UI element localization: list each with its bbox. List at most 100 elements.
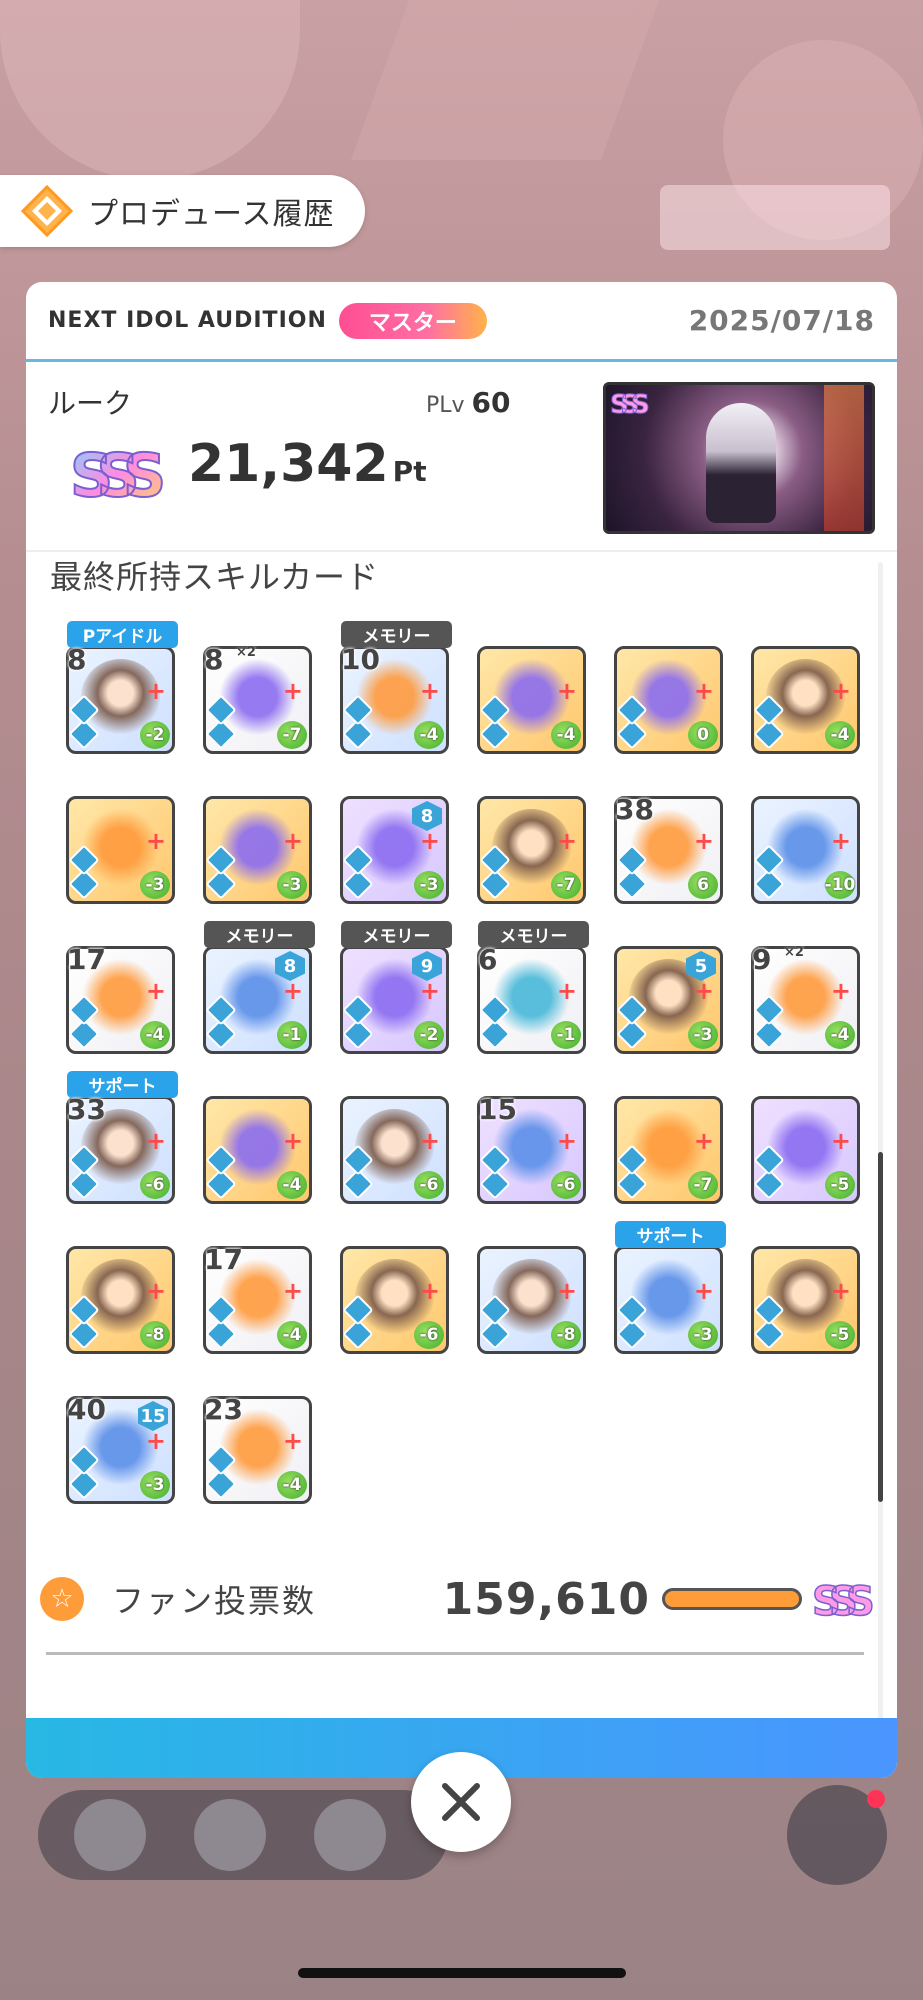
skill-card[interactable]: 5 + -3 bbox=[614, 946, 723, 1054]
enhanced-plus-icon: + bbox=[693, 1127, 714, 1155]
skill-card[interactable]: + -7 bbox=[614, 1096, 723, 1204]
skill-card[interactable]: + -3 bbox=[203, 796, 312, 904]
skill-card[interactable]: 8 ×2 + -7 bbox=[203, 643, 312, 754]
star-icon: ☆ bbox=[40, 1577, 84, 1621]
card-cost: -1 bbox=[551, 1021, 581, 1049]
card-cost: -8 bbox=[140, 1321, 170, 1349]
difficulty-badge: マスター bbox=[338, 302, 487, 339]
card-cost: -2 bbox=[414, 1021, 444, 1049]
card-cost: -10 bbox=[825, 871, 855, 899]
card-level: 40 bbox=[67, 1393, 106, 1426]
card-level: 8 bbox=[67, 643, 87, 676]
card-cost: -3 bbox=[277, 871, 307, 899]
skill-card[interactable]: + -6 bbox=[340, 1096, 449, 1204]
enhanced-plus-icon: + bbox=[282, 827, 303, 855]
enhanced-plus-icon: + bbox=[693, 1277, 714, 1305]
card-cost: 6 bbox=[688, 871, 718, 899]
close-button[interactable] bbox=[411, 1752, 511, 1852]
home-indicator bbox=[298, 1968, 626, 1978]
history-header-tab: プロデュース履歴 bbox=[0, 175, 365, 247]
skill-card[interactable]: + -7 bbox=[477, 796, 586, 904]
produce-thumbnail[interactable]: SSS bbox=[603, 382, 875, 534]
menu-icon[interactable] bbox=[194, 1799, 266, 1871]
skill-card[interactable]: +0 bbox=[614, 646, 723, 754]
skill-card[interactable]: 9 ×2 + -4 bbox=[751, 943, 860, 1054]
skill-card[interactable]: 17 + -4 bbox=[203, 1243, 312, 1354]
card-cost: -4 bbox=[414, 721, 444, 749]
enhanced-plus-icon: + bbox=[556, 677, 577, 705]
enhanced-plus-icon: + bbox=[282, 1277, 303, 1305]
card-cost: -6 bbox=[414, 1171, 444, 1199]
skill-card[interactable]: + -10 bbox=[751, 796, 860, 904]
skill-card-row: + -3 + -3 8 + -3 + -7 38 +6 + -10 bbox=[66, 793, 876, 904]
final-score: 21,342 Pt bbox=[188, 434, 427, 494]
bottom-nav bbox=[38, 1790, 448, 1880]
enhanced-plus-icon: + bbox=[830, 977, 851, 1005]
skill-card[interactable]: + -4 bbox=[203, 1096, 312, 1204]
audition-header: NEXT IDOL AUDITION マスター 2025/07/18 bbox=[26, 282, 897, 362]
card-cost: -2 bbox=[140, 721, 170, 749]
skill-card-row: 40 15 + -3 23 + -4 bbox=[66, 1393, 876, 1504]
skill-card[interactable]: + -8 bbox=[477, 1246, 586, 1354]
card-cost: -3 bbox=[688, 1021, 718, 1049]
card-cost: -4 bbox=[277, 1471, 307, 1499]
skill-card[interactable]: サポート + -3 bbox=[614, 1221, 726, 1354]
skill-card[interactable]: + -3 bbox=[66, 796, 175, 904]
enhanced-plus-icon: + bbox=[830, 1127, 851, 1155]
skill-card[interactable]: + -4 bbox=[477, 646, 586, 754]
skill-card[interactable]: + -5 bbox=[751, 1246, 860, 1354]
history-icon bbox=[20, 184, 74, 238]
home-icon[interactable] bbox=[74, 1799, 146, 1871]
enhanced-plus-icon: + bbox=[419, 977, 440, 1005]
skill-card[interactable]: + -4 bbox=[751, 646, 860, 754]
notification-badge bbox=[867, 1790, 885, 1808]
skill-card-row: 17 + -4 メモリー 8 + -1 メモリー 9 + -2 メモリー 6 + -1 5 + -3 9 ×2 + -4 bbox=[66, 921, 876, 1054]
enhanced-plus-icon: + bbox=[145, 827, 166, 855]
produce-date: 2025/07/18 bbox=[688, 304, 875, 337]
scrollbar-thumb[interactable] bbox=[878, 1152, 883, 1502]
enhanced-plus-icon: + bbox=[145, 677, 166, 705]
skill-card[interactable]: 17 + -4 bbox=[66, 943, 175, 1054]
card-cost: -6 bbox=[414, 1321, 444, 1349]
skill-card[interactable]: メモリー 10 + -4 bbox=[340, 621, 452, 754]
skill-card[interactable]: 23 + -4 bbox=[203, 1393, 312, 1504]
card-level: 38 bbox=[615, 793, 654, 826]
skill-card[interactable]: 8 + -3 bbox=[340, 796, 449, 904]
enhanced-plus-icon: + bbox=[693, 977, 714, 1005]
card-level: 17 bbox=[204, 1243, 243, 1276]
card-level: 17 bbox=[67, 943, 106, 976]
skill-card[interactable]: + -5 bbox=[751, 1096, 860, 1204]
skill-card-row: + -8 17 + -4 + -6 + -8 サポート + -3 + -5 bbox=[66, 1221, 876, 1354]
card-cost: -7 bbox=[551, 871, 581, 899]
card-cost: -4 bbox=[551, 721, 581, 749]
skill-card[interactable]: サポート 33 + -6 bbox=[66, 1071, 178, 1204]
skill-card[interactable]: メモリー 9 + -2 bbox=[340, 921, 452, 1054]
skill-card[interactable]: 38 +6 bbox=[614, 793, 723, 904]
skill-card[interactable]: + -6 bbox=[340, 1246, 449, 1354]
fan-votes-bar bbox=[662, 1588, 802, 1610]
skill-card-row: サポート 33 + -6 + -4 + -6 15 + -6 + -7 + -5 bbox=[66, 1071, 876, 1204]
skill-card[interactable]: メモリー 6 + -1 bbox=[477, 921, 589, 1054]
skill-card[interactable]: 40 15 + -3 bbox=[66, 1393, 175, 1504]
card-cost: -4 bbox=[140, 1021, 170, 1049]
thumbnail-rank-icon: SSS bbox=[610, 390, 651, 421]
enhanced-plus-icon: + bbox=[419, 1277, 440, 1305]
card-level: 8 bbox=[204, 643, 224, 676]
close-icon bbox=[442, 1783, 480, 1821]
card-tag: サポート bbox=[615, 1221, 726, 1248]
card-cost: -4 bbox=[825, 1021, 855, 1049]
skill-card[interactable]: + -8 bbox=[66, 1246, 175, 1354]
back-icon[interactable] bbox=[314, 1799, 386, 1871]
skill-card[interactable]: Pアイドル 8 + -2 bbox=[66, 621, 178, 754]
fan-votes-value: 159,610 bbox=[442, 1573, 650, 1625]
skill-card[interactable]: 15 + -6 bbox=[477, 1093, 586, 1204]
skill-card[interactable]: メモリー 8 + -1 bbox=[203, 921, 315, 1054]
fan-rank-sss-icon: SSS bbox=[811, 1578, 880, 1625]
card-cost: -4 bbox=[277, 1321, 307, 1349]
card-cost: -5 bbox=[825, 1171, 855, 1199]
card-cost: -3 bbox=[414, 871, 444, 899]
card-tag: メモリー bbox=[341, 921, 452, 948]
enhanced-plus-icon: + bbox=[556, 1127, 577, 1155]
card-count: ×2 bbox=[784, 945, 804, 960]
svg-text:SSS: SSS bbox=[70, 441, 162, 511]
